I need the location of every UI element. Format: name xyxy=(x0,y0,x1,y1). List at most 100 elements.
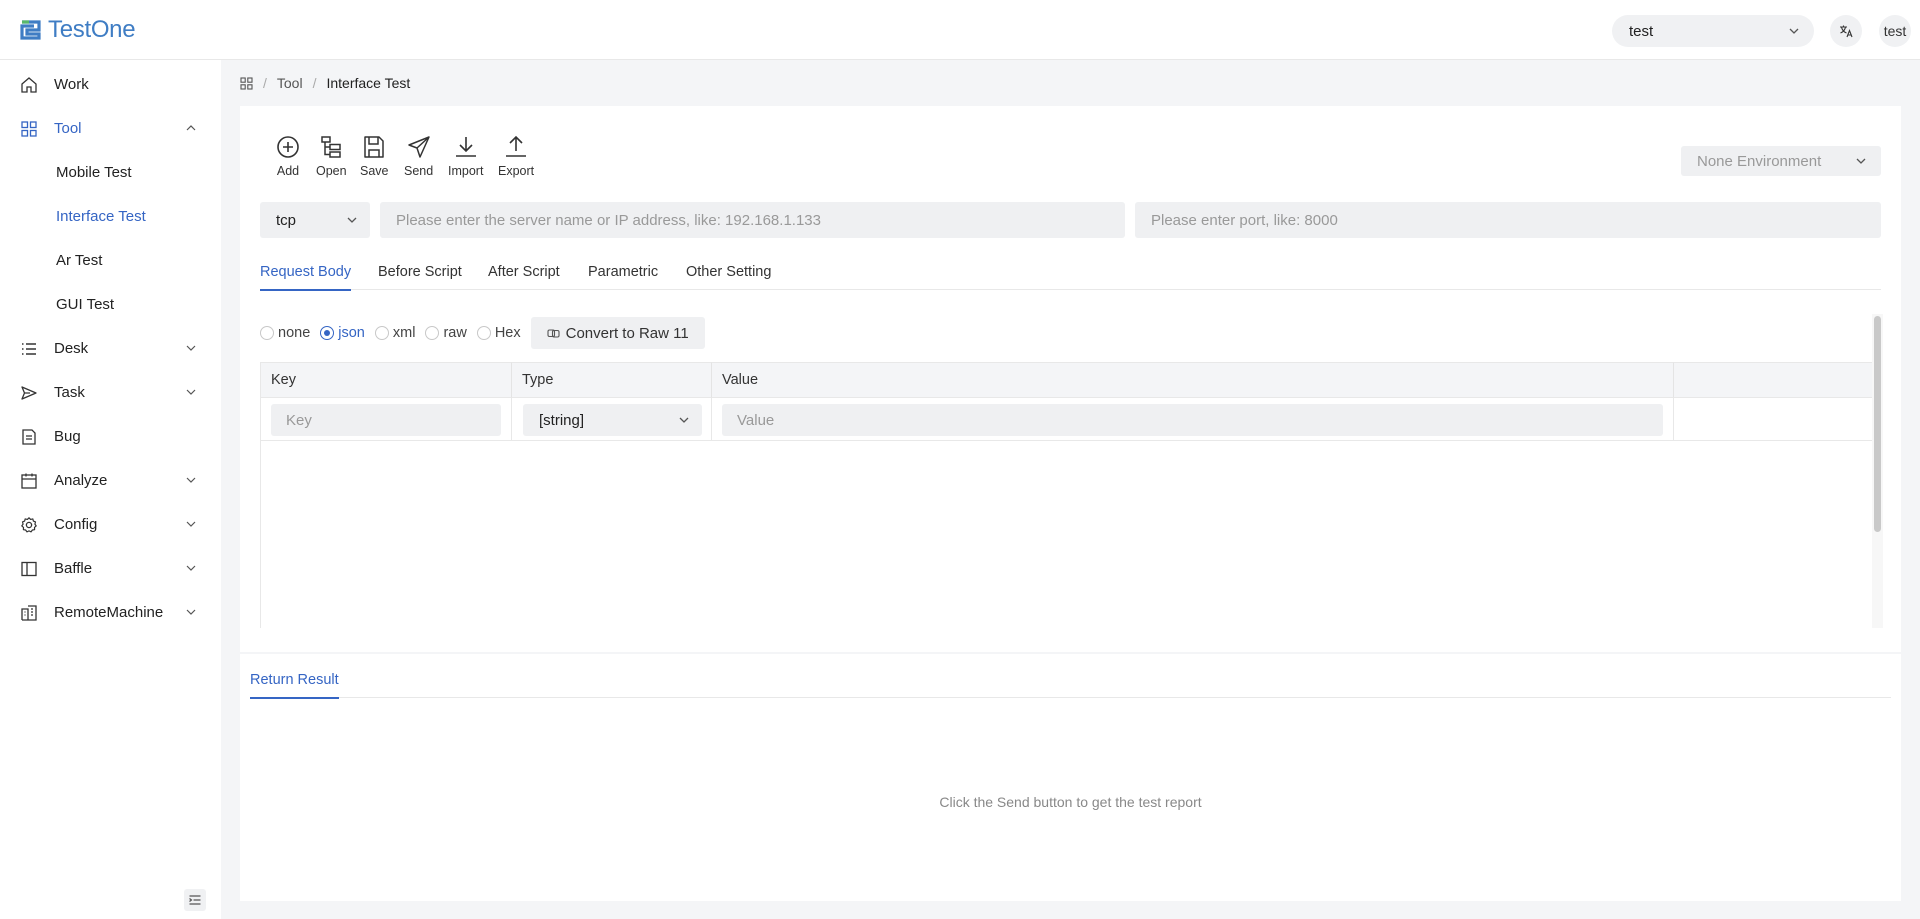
tab-before-script[interactable]: Before Script xyxy=(378,254,462,290)
send-icon xyxy=(407,136,430,158)
layout-icon xyxy=(21,561,37,577)
column-header-key: Key xyxy=(261,362,512,398)
result-tabs: Return Result xyxy=(250,662,1891,699)
scrollbar-thumb[interactable] xyxy=(1874,316,1881,532)
radio-xml[interactable]: xml xyxy=(374,325,415,341)
radio-json[interactable]: json xyxy=(320,325,365,341)
sidebar-item-analyze[interactable]: Analyze xyxy=(0,458,221,502)
breadcrumb-separator: / xyxy=(263,75,267,91)
sidebar: Work Tool Mobile Test Interface Test Ar … xyxy=(0,60,221,919)
chevron-down-icon xyxy=(1789,28,1799,34)
import-button[interactable]: Import xyxy=(448,134,483,178)
document-icon xyxy=(22,429,36,445)
send-label: Send xyxy=(404,164,434,178)
port-input[interactable] xyxy=(1135,202,1881,238)
chevron-down-icon xyxy=(186,609,196,615)
radio-dot xyxy=(425,326,440,340)
sidebar-item-bug[interactable]: Bug xyxy=(0,414,221,458)
breadcrumb-current: Interface Test xyxy=(326,75,411,91)
radio-dot xyxy=(374,326,389,340)
list-icon xyxy=(22,343,36,355)
home-icon xyxy=(21,77,37,93)
sidebar-subitem-label: GUI Test xyxy=(56,295,115,313)
sidebar-item-label: Analyze xyxy=(54,471,108,489)
type-select[interactable]: [string] xyxy=(523,404,702,436)
user-name: test xyxy=(1883,23,1907,39)
radio-hex[interactable]: Hex xyxy=(476,325,521,341)
value-input[interactable] xyxy=(722,404,1663,436)
chevron-down-icon xyxy=(186,565,196,571)
link-icon xyxy=(547,328,560,338)
import-label: Import xyxy=(448,164,484,178)
sidebar-item-work[interactable]: Work xyxy=(0,62,221,106)
chevron-down-icon xyxy=(186,477,196,483)
sidebar-item-task[interactable]: Task xyxy=(0,370,221,414)
save-button[interactable]: Save xyxy=(360,134,389,178)
radio-label: Hex xyxy=(494,325,521,341)
language-button[interactable] xyxy=(1830,15,1862,47)
server-address-input[interactable] xyxy=(380,202,1125,238)
sidebar-item-tool[interactable]: Tool xyxy=(0,106,221,150)
radio-raw[interactable]: raw xyxy=(425,325,467,341)
testone-logo-icon xyxy=(20,20,41,40)
save-label: Save xyxy=(360,164,389,178)
sidebar-item-remotemachine[interactable]: RemoteMachine xyxy=(0,590,221,634)
protocol-select[interactable]: tcp xyxy=(260,202,370,238)
logo[interactable]: TestOne xyxy=(20,16,136,44)
tab-request-body[interactable]: Request Body xyxy=(260,254,352,291)
sidebar-subitem-gui-test[interactable]: GUI Test xyxy=(0,282,221,326)
sidebar-item-label: Desk xyxy=(54,339,89,357)
sidebar-subitem-label: Ar Test xyxy=(56,251,103,269)
send-icon xyxy=(21,386,37,400)
column-header-value: Value xyxy=(712,362,1674,398)
top-header: TestOne test test xyxy=(0,0,1920,60)
radio-dot xyxy=(320,326,335,340)
breadcrumb-item[interactable]: Tool xyxy=(277,75,303,91)
chevron-down-icon xyxy=(186,345,196,351)
chevron-down-icon xyxy=(347,217,357,223)
type-select-value: [string] xyxy=(539,411,585,429)
sidebar-item-baffle[interactable]: Baffle xyxy=(0,546,221,590)
logo-text: TestOne xyxy=(48,16,136,43)
tab-parametric[interactable]: Parametric xyxy=(588,254,658,290)
sidebar-subitem-label: Mobile Test xyxy=(56,163,132,181)
key-input[interactable] xyxy=(271,404,501,436)
sidebar-subitem-interface-test[interactable]: Interface Test xyxy=(0,194,221,238)
chevron-down-icon xyxy=(1856,158,1866,164)
sidebar-subitem-mobile-test[interactable]: Mobile Test xyxy=(0,150,221,194)
radio-none[interactable]: none xyxy=(260,325,310,341)
sidebar-item-label: Task xyxy=(54,383,85,401)
body-params-table: Key Type Value [string] xyxy=(260,362,1873,628)
chevron-up-icon xyxy=(186,125,196,131)
sidebar-subitem-ar-test[interactable]: Ar Test xyxy=(0,238,221,282)
add-button[interactable]: Add xyxy=(275,134,301,178)
chevron-down-icon xyxy=(679,417,689,423)
column-header-type: Type xyxy=(512,362,712,398)
sidebar-item-desk[interactable]: Desk xyxy=(0,326,221,370)
tab-return-result[interactable]: Return Result xyxy=(250,662,339,699)
building-icon xyxy=(21,605,37,621)
collapse-sidebar-button[interactable] xyxy=(184,889,206,911)
protocol-select-value: tcp xyxy=(276,211,297,229)
open-button[interactable]: Open xyxy=(316,134,347,178)
sidebar-item-label: Work xyxy=(54,75,89,93)
export-button[interactable]: Export xyxy=(498,134,534,178)
radio-label: raw xyxy=(443,325,467,341)
environment-select[interactable]: None Environment xyxy=(1681,146,1881,176)
request-tabs: Request Body Before Script After Script … xyxy=(260,254,1881,291)
sidebar-item-label: Bug xyxy=(54,427,81,445)
sidebar-item-config[interactable]: Config xyxy=(0,502,221,546)
convert-to-raw-button[interactable]: Convert to Raw 11 xyxy=(530,317,705,349)
project-select[interactable]: test xyxy=(1612,15,1814,47)
user-avatar[interactable]: test xyxy=(1879,15,1911,47)
breadcrumb: / Tool / Interface Test xyxy=(240,73,410,93)
project-select-value: test xyxy=(1629,22,1654,40)
section-divider xyxy=(240,652,1901,654)
tab-after-script[interactable]: After Script xyxy=(488,254,560,290)
save-icon xyxy=(364,136,384,158)
apps-icon[interactable] xyxy=(240,76,253,90)
interface-test-panel: Add Open Save Send Import Export None En… xyxy=(240,106,1901,901)
tab-other-setting[interactable]: Other Setting xyxy=(686,254,771,290)
send-button[interactable]: Send xyxy=(404,134,433,178)
body-type-group: none json xml raw Hex Convert to Raw 11 xyxy=(260,317,705,349)
